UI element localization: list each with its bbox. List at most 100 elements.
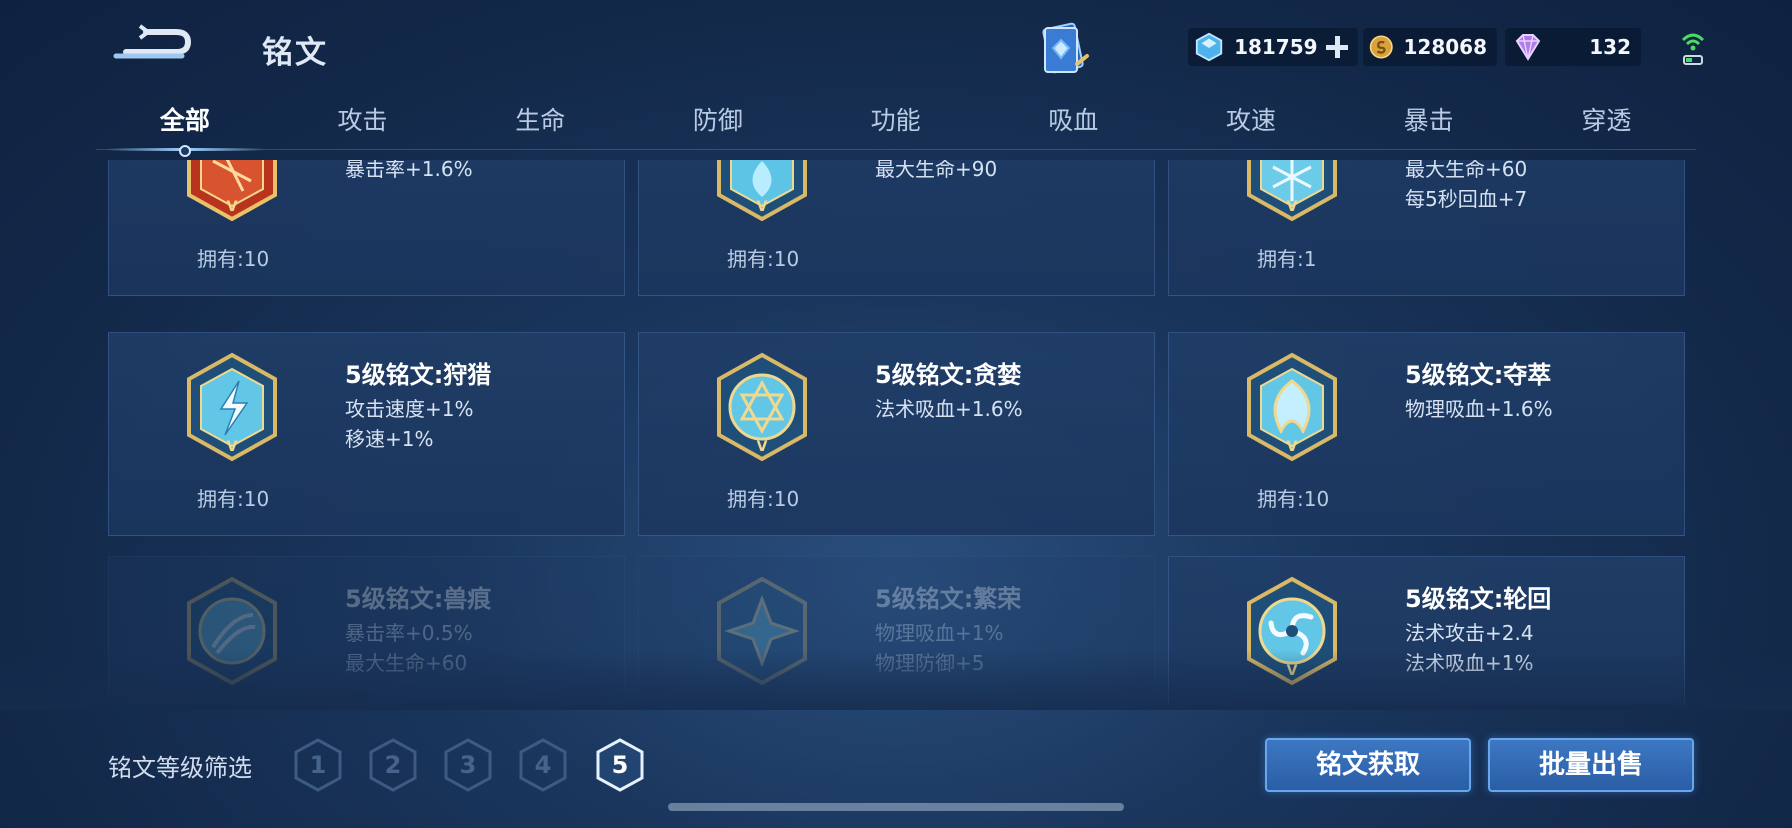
tab-penetration[interactable]: 穿透: [1518, 100, 1696, 149]
card-name: 5级铭文:贪婪: [875, 361, 1022, 389]
level-filter-label: 铭文等级筛选: [108, 754, 252, 782]
top-bar: 铭文 181759 128068 132: [0, 0, 1792, 95]
svg-text:V: V: [757, 199, 768, 215]
level-number: 3: [459, 751, 477, 779]
card-owned-count: 拥有:10: [197, 247, 270, 271]
tab-all[interactable]: 全部: [96, 100, 274, 157]
blue-emblem-icon: V: [1243, 160, 1341, 223]
back-arrow-icon: [113, 24, 192, 59]
card-attr: 法术攻击+2.4: [1405, 621, 1534, 645]
level-filter-2[interactable]: 2: [367, 737, 419, 793]
blue-emblem-icon: V: [713, 160, 811, 223]
svg-text:V: V: [1287, 439, 1298, 455]
coupon-currency: 181759: [1188, 28, 1358, 66]
level-filter-4[interactable]: 4: [517, 737, 569, 793]
tab-label: 穿透: [1581, 106, 1632, 135]
tab-label: 吸血: [1048, 106, 1099, 135]
svg-text:V: V: [227, 439, 238, 455]
inscription-card[interactable]: 5级铭文:兽痕 暴击率+0.5% 最大生命+60: [108, 556, 625, 705]
inscription-card[interactable]: V 最大生命+60 每5秒回血+7 拥有:1: [1168, 160, 1685, 296]
coupon-crystal-icon: [1195, 32, 1223, 62]
svg-text:V: V: [1287, 663, 1298, 679]
card-attr: 最大生命+90: [875, 160, 998, 181]
card-owned-count: 拥有:10: [727, 487, 800, 511]
tab-label: 攻速: [1225, 106, 1276, 135]
inscription-card[interactable]: V 5级铭文:狩猎 攻击速度+1% 移速+1% 拥有:10: [108, 332, 625, 536]
flower-emblem-icon: [713, 575, 811, 687]
card-name: 5级铭文:兽痕: [345, 585, 492, 613]
level-filter-5[interactable]: 5: [594, 737, 646, 793]
inscription-card[interactable]: V 5级铭文:夺萃 物理吸血+1.6% 拥有:10: [1168, 332, 1685, 536]
tab-utility[interactable]: 功能: [807, 100, 985, 149]
card-name: 5级铭文:夺萃: [1405, 361, 1552, 389]
level-number: 2: [384, 751, 402, 779]
inscription-card[interactable]: V 暴击率+1.6% 拥有:10: [108, 160, 625, 296]
bulk-sell-button[interactable]: 批量出售: [1488, 738, 1694, 792]
card-attr: 法术吸血+1.6%: [875, 397, 1023, 421]
tab-label: 防御: [692, 106, 743, 135]
card-name: 5级铭文:轮回: [1405, 585, 1552, 613]
tab-health[interactable]: 生命: [451, 100, 629, 149]
claw-emblem-icon: [183, 575, 281, 687]
card-attr: 移速+1%: [345, 427, 434, 451]
tab-active-dot: [178, 145, 191, 157]
card-owned-count: 拥有:10: [197, 487, 270, 511]
inscription-grid: V 暴击率+1.6% 拥有:10 V 最大生命+90 拥有:10 V 最大生命+…: [108, 160, 1690, 705]
level-filter-1[interactable]: 1: [292, 737, 344, 793]
level-filter-3[interactable]: 3: [442, 737, 494, 793]
svg-text:V: V: [757, 439, 768, 455]
tab-label: 全部: [159, 106, 210, 135]
gold-currency: 128068: [1363, 28, 1497, 66]
home-indicator[interactable]: [668, 803, 1124, 811]
knot-emblem-icon: V: [1243, 351, 1341, 463]
gem-value: 132: [1589, 35, 1631, 59]
lightning-emblem-icon: V: [183, 351, 281, 463]
swirl-emblem-icon: V: [1243, 575, 1341, 687]
tab-defense[interactable]: 防御: [629, 100, 807, 149]
coupon-value: 181759: [1234, 35, 1318, 59]
card-attr: 最大生命+60: [345, 651, 468, 675]
tab-critical[interactable]: 暴击: [1340, 100, 1518, 149]
gem-currency: 132: [1505, 28, 1641, 66]
wifi-signal-icon: [1680, 28, 1706, 68]
card-owned-count: 拥有:10: [727, 247, 800, 271]
card-owned-count: 拥有:10: [1257, 487, 1330, 511]
card-name: 5级铭文:繁荣: [875, 585, 1022, 613]
add-coupon-button[interactable]: [1324, 34, 1348, 60]
card-attr: 攻击速度+1%: [345, 397, 474, 421]
acquire-inscription-button[interactable]: 铭文获取: [1265, 738, 1471, 792]
inscription-card[interactable]: V 5级铭文:贪婪 法术吸血+1.6% 拥有:10: [638, 332, 1155, 536]
gold-value: 128068: [1403, 35, 1488, 59]
purple-gem-icon: [1515, 34, 1541, 61]
card-attr: 最大生命+60: [1405, 160, 1528, 181]
svg-text:V: V: [227, 199, 238, 215]
card-attr: 物理吸血+1.6%: [1405, 397, 1553, 421]
card-name: 5级铭文:狩猎: [345, 361, 492, 389]
card-owned-count: 拥有:1: [1257, 247, 1317, 271]
category-tabs: 全部 攻击 生命 防御 功能 吸血 攻速 暴击 穿透: [96, 100, 1696, 157]
svg-text:V: V: [1287, 199, 1298, 215]
red-emblem-icon: V: [183, 160, 281, 223]
star-emblem-icon: V: [713, 351, 811, 463]
card-attr: 暴击率+0.5%: [345, 621, 473, 645]
inscription-card[interactable]: V 最大生命+90 拥有:10: [638, 160, 1155, 296]
level-number: 5: [611, 751, 629, 779]
tab-label: 功能: [870, 106, 921, 135]
tab-label: 攻击: [337, 106, 388, 135]
inscription-card[interactable]: 5级铭文:繁荣 物理吸血+1% 物理防御+5: [638, 556, 1155, 705]
back-button[interactable]: [112, 22, 192, 66]
card-attr: 物理吸血+1%: [875, 621, 1004, 645]
tab-lifesteal[interactable]: 吸血: [984, 100, 1162, 149]
tab-label: 生命: [515, 106, 566, 135]
level-number: 4: [534, 751, 552, 779]
inscription-book-icon[interactable]: [1033, 18, 1091, 80]
inscription-card[interactable]: V 5级铭文:轮回 法术攻击+2.4 法术吸血+1%: [1168, 556, 1685, 705]
page-title: 铭文: [262, 35, 328, 71]
card-attr: 每5秒回血+7: [1405, 187, 1528, 211]
tab-label: 暴击: [1403, 106, 1454, 135]
card-attr: 法术吸血+1%: [1405, 651, 1534, 675]
card-attr: 物理防御+5: [875, 651, 985, 675]
tab-attack[interactable]: 攻击: [274, 100, 452, 149]
card-attr: 暴击率+1.6%: [345, 160, 473, 181]
tab-attack-speed[interactable]: 攻速: [1162, 100, 1340, 149]
